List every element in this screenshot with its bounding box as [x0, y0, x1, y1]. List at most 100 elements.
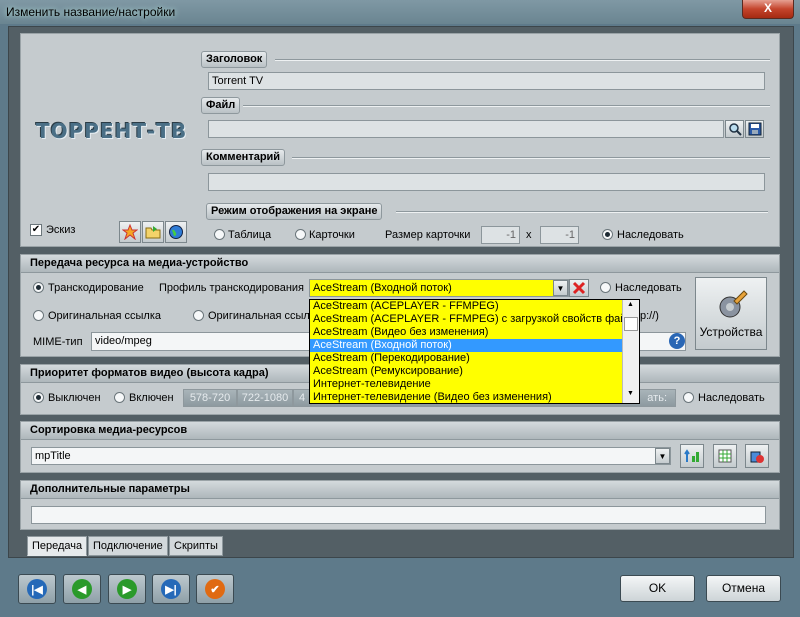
- chevron-down-icon: ▼: [658, 451, 667, 461]
- original-link-label-2: Оригинальная ссылк: [208, 310, 315, 322]
- grid-icon: [718, 449, 732, 463]
- red-x-icon: [572, 281, 586, 295]
- res-578-720-button[interactable]: 578-720: [183, 389, 237, 407]
- transcoding-radio[interactable]: [33, 282, 44, 293]
- devices-label: Устройства: [699, 324, 763, 339]
- profile-select[interactable]: AceStream (Входной поток): [309, 279, 569, 297]
- first-record-button[interactable]: |◀: [18, 574, 56, 604]
- sketch-web-button[interactable]: [165, 221, 187, 243]
- res-722-1080-button[interactable]: 722-1080: [237, 389, 293, 407]
- devices-button[interactable]: Устройства: [695, 277, 767, 350]
- card-width-input[interactable]: -1: [481, 226, 520, 244]
- display-cards-label: Карточки: [309, 229, 355, 241]
- dropdown-option[interactable]: AceStream (Ремуксирование): [310, 365, 639, 378]
- original-link-label: Оригинальная ссылка: [48, 310, 162, 322]
- scroll-up-icon[interactable]: ▲: [624, 301, 637, 313]
- original-link-radio[interactable]: [33, 310, 44, 321]
- sort-arrows-icon: [684, 449, 699, 462]
- comment-input[interactable]: [208, 173, 765, 191]
- tab-connection[interactable]: Подключение: [88, 536, 168, 556]
- prev-record-button[interactable]: ◀: [63, 574, 101, 604]
- display-table-label: Таблица: [228, 229, 272, 241]
- dropdown-option[interactable]: AceStream (ACEPLAYER - FFMPEG): [310, 300, 639, 313]
- profile-label: Профиль транскодирования: [159, 282, 305, 294]
- globe-icon: [169, 225, 183, 239]
- sort-ascending-button[interactable]: [680, 444, 704, 468]
- transfer-inherit-radio[interactable]: [600, 282, 611, 293]
- divider: [275, 59, 770, 61]
- sort-reset-button[interactable]: [745, 444, 769, 468]
- sketch-label: Эскиз: [46, 224, 76, 236]
- divider: [396, 211, 768, 213]
- dropdown-scrollbar[interactable]: ▲ ▼: [622, 300, 639, 403]
- sorting-dropdown-arrow[interactable]: ▼: [655, 448, 670, 464]
- search-file-button[interactable]: [725, 120, 744, 138]
- gear-pencil-icon: [719, 289, 748, 317]
- dropdown-option[interactable]: AceStream (Видео без изменения): [310, 326, 639, 339]
- priority-off-label: Выключен: [48, 392, 101, 404]
- last-record-button[interactable]: ▶|: [152, 574, 190, 604]
- transfer-inherit-label: Наследовать: [615, 282, 682, 294]
- display-inherit-radio[interactable]: [602, 229, 613, 240]
- sort-grid-button[interactable]: [713, 444, 737, 468]
- display-cards-radio[interactable]: [295, 229, 306, 240]
- title-bar: Изменить название/настройки X: [0, 0, 800, 24]
- tab-transfer[interactable]: Передача: [27, 536, 88, 556]
- display-inherit-label: Наследовать: [617, 229, 684, 241]
- close-button[interactable]: X: [742, 0, 794, 19]
- card-size-x: x: [526, 229, 532, 241]
- ok-button[interactable]: OK: [620, 575, 695, 602]
- display-table-radio[interactable]: [214, 229, 225, 240]
- sketch-new-button[interactable]: [119, 221, 141, 243]
- priority-off-radio[interactable]: [33, 392, 44, 403]
- dropdown-option[interactable]: Интернет-телевидение: [310, 378, 639, 391]
- scroll-thumb[interactable]: [624, 317, 638, 331]
- checkmark-icon: ✔: [205, 579, 225, 599]
- arrow-right-icon: ▶: [117, 579, 137, 599]
- save-file-button[interactable]: [745, 120, 764, 138]
- apply-button[interactable]: ✔: [196, 574, 234, 604]
- priority-on-label: Включен: [129, 392, 174, 404]
- next-record-button[interactable]: ▶: [108, 574, 146, 604]
- file-group-label: Файл: [201, 97, 241, 114]
- window-title: Изменить название/настройки: [6, 5, 176, 19]
- cancel-button[interactable]: Отмена: [706, 575, 781, 602]
- open-folder-icon: [145, 226, 161, 239]
- help-icon[interactable]: ?: [669, 333, 685, 349]
- transfer-header: Передача ресурса на медиа-устройство: [21, 255, 779, 273]
- divider: [292, 157, 770, 159]
- file-input[interactable]: [208, 120, 724, 138]
- tab-scripts[interactable]: Скрипты: [169, 536, 223, 556]
- dropdown-option[interactable]: AceStream (Перекодирование): [310, 352, 639, 365]
- profile-clear-button[interactable]: [569, 279, 589, 297]
- profile-dropdown-list[interactable]: AceStream (ACEPLAYER - FFMPEG) AceStream…: [309, 299, 640, 404]
- torrent-tv-logo: ТОРРЕНТ-ТВ: [36, 119, 188, 143]
- sketch-checkbox[interactable]: ✔: [30, 224, 42, 236]
- dropdown-option[interactable]: Интернет-телевидение (Видео без изменени…: [310, 391, 639, 403]
- title-input[interactable]: Torrent TV: [208, 72, 765, 90]
- mime-label: MIME-тип: [33, 336, 83, 348]
- starburst-icon: [122, 224, 138, 240]
- profile-dropdown-arrow[interactable]: ▼: [553, 280, 568, 296]
- sorting-header: Сортировка медиа-ресурсов: [21, 422, 779, 440]
- dropdown-option[interactable]: AceStream (ACEPLAYER - FFMPEG) с загрузк…: [310, 313, 639, 326]
- floppy-disk-icon: [748, 122, 761, 136]
- priority-inherit-label: Наследовать: [698, 392, 765, 404]
- original-link-radio-2[interactable]: [193, 310, 204, 321]
- card-height-input[interactable]: -1: [540, 226, 579, 244]
- skip-last-icon: ▶|: [161, 579, 181, 599]
- priority-inherit-radio[interactable]: [683, 392, 694, 403]
- scroll-down-icon[interactable]: ▼: [624, 390, 637, 402]
- dropdown-option-selected[interactable]: AceStream (Входной поток): [310, 339, 639, 352]
- transcoding-label: Транскодирование: [48, 282, 144, 294]
- extra-params-input[interactable]: [31, 506, 766, 524]
- sorting-select[interactable]: mpTitle: [31, 447, 671, 465]
- priority-on-radio[interactable]: [114, 392, 125, 403]
- extra-params-header: Дополнительные параметры: [21, 481, 779, 499]
- arrow-left-icon: ◀: [72, 579, 92, 599]
- comment-group-label: Комментарий: [201, 149, 286, 166]
- reset-icon: [750, 451, 764, 463]
- chevron-down-icon: ▼: [556, 283, 565, 293]
- sketch-open-button[interactable]: [142, 221, 164, 243]
- card-size-label: Размер карточки: [385, 229, 471, 241]
